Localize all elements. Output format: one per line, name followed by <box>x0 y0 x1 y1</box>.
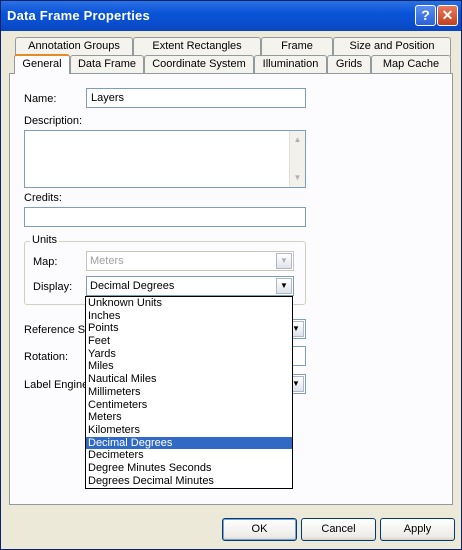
list-item[interactable]: Degrees Decimal Minutes <box>86 475 292 488</box>
cancel-button[interactable]: Cancel <box>301 518 376 541</box>
ok-button[interactable]: OK <box>222 518 297 541</box>
rotation-label: Rotation: <box>24 351 69 363</box>
list-item[interactable]: Miles <box>86 360 292 373</box>
arrow-down-icon[interactable]: ▼ <box>292 171 303 185</box>
list-item[interactable]: Meters <box>86 411 292 424</box>
list-item[interactable]: Yards <box>86 348 292 361</box>
list-item[interactable]: Degree Minutes Seconds <box>86 462 292 475</box>
chevron-down-icon[interactable]: ▼ <box>276 278 292 294</box>
list-item[interactable]: Millimeters <box>86 386 292 399</box>
description-scrollbar[interactable]: ▲ ▼ <box>289 131 305 187</box>
map-label: Map: <box>33 256 58 268</box>
list-item[interactable]: Unknown Units <box>86 297 292 310</box>
name-input[interactable]: Layers <box>86 88 306 108</box>
tab-map-cache[interactable]: Map Cache <box>371 55 451 74</box>
label-engine-label: Label Engine: <box>24 379 92 391</box>
list-item-selected[interactable]: Decimal Degrees <box>86 436 292 450</box>
reference-scale-label: Reference Sc <box>24 324 91 336</box>
name-label: Name: <box>24 93 57 105</box>
list-item[interactable]: Nautical Miles <box>86 373 292 386</box>
tab-frame[interactable]: Frame <box>261 37 333 56</box>
tab-grids[interactable]: Grids <box>327 55 371 74</box>
credits-label: Credits: <box>24 192 62 204</box>
display-units-dropdown-list[interactable]: Unknown Units Inches Points Feet Yards M… <box>85 296 293 489</box>
units-group-title: Units <box>30 234 60 246</box>
chevron-down-icon: ▼ <box>276 253 292 269</box>
tab-coordinate-system[interactable]: Coordinate System <box>144 55 254 74</box>
description-textarea[interactable]: ▲ ▼ <box>24 130 306 188</box>
credits-input[interactable] <box>24 207 306 227</box>
tab-data-frame[interactable]: Data Frame <box>70 55 144 74</box>
list-item[interactable]: Kilometers <box>86 424 292 437</box>
list-item[interactable]: Points <box>86 322 292 335</box>
title-bar[interactable]: Data Frame Properties ? ✕ <box>1 1 461 31</box>
description-label: Description: <box>24 115 83 127</box>
dialog-window: Data Frame Properties ? ✕ Annotation Gro… <box>0 0 462 550</box>
display-units-value: Decimal Degrees <box>90 280 175 292</box>
list-item[interactable]: Centimeters <box>86 399 292 412</box>
close-icon: ✕ <box>441 7 454 23</box>
help-icon: ? <box>421 7 430 23</box>
window-title: Data Frame Properties <box>7 8 150 23</box>
tab-size-and-position[interactable]: Size and Position <box>333 37 451 56</box>
map-units-value: Meters <box>90 255 124 267</box>
arrow-up-icon[interactable]: ▲ <box>292 133 303 147</box>
tab-extent-rectangles[interactable]: Extent Rectangles <box>133 37 261 56</box>
tab-illumination[interactable]: Illumination <box>254 55 327 74</box>
list-item[interactable]: Decimeters <box>86 449 292 462</box>
list-item[interactable]: Inches <box>86 310 292 323</box>
help-button[interactable]: ? <box>415 5 436 26</box>
list-item[interactable]: Feet <box>86 335 292 348</box>
display-label: Display: <box>33 281 73 293</box>
apply-button[interactable]: Apply <box>380 518 455 541</box>
map-units-select: Meters ▼ <box>86 251 294 271</box>
close-button[interactable]: ✕ <box>437 5 458 26</box>
tab-general[interactable]: General <box>14 54 70 74</box>
display-units-select[interactable]: Decimal Degrees ▼ <box>86 276 294 296</box>
